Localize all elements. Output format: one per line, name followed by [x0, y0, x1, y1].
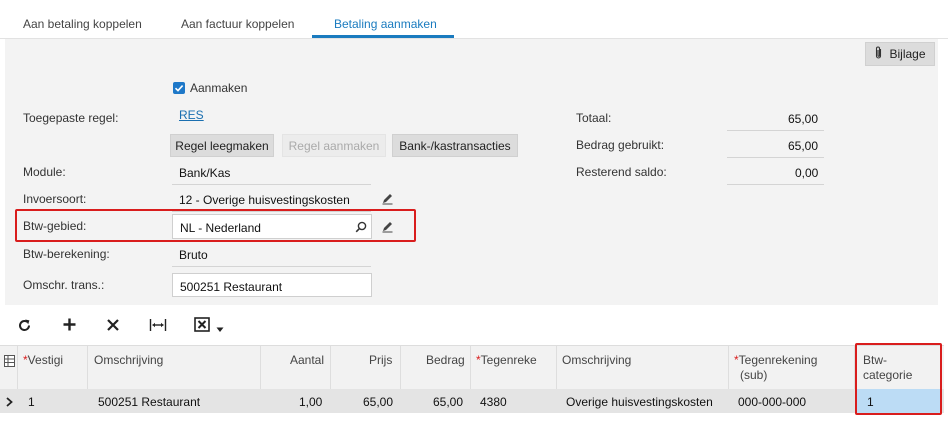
checkmark-icon: [174, 85, 184, 92]
cell-offset-sub[interactable]: 000-000-000: [738, 395, 806, 409]
header-amount[interactable]: Bedrag: [426, 353, 465, 367]
amount-used-underline: [727, 157, 824, 158]
refresh-icon[interactable]: [17, 318, 32, 336]
vat-zone-highlight: [15, 209, 416, 242]
create-rule-button[interactable]: Regel aanmaken: [282, 134, 386, 157]
cell-price[interactable]: 65,00: [363, 395, 393, 409]
vat-calc-label: Btw-berekening:: [23, 247, 110, 261]
total-label: Totaal:: [576, 111, 612, 125]
delete-icon[interactable]: [106, 318, 120, 335]
header-branch[interactable]: *Vestigi: [23, 353, 63, 367]
vat-category-highlight: [855, 343, 942, 415]
chevron-down-icon[interactable]: [216, 322, 224, 336]
fit-columns-icon[interactable]: [149, 318, 167, 335]
attachment-label: Bijlage: [889, 47, 926, 61]
applied-rule-label: Toegepaste regel:: [23, 111, 119, 125]
vat-calc-underline: [172, 266, 371, 267]
active-tab-indicator: [312, 35, 454, 38]
total-value: 65,00: [788, 112, 819, 126]
trans-desc-input[interactable]: 500251 Restaurant: [172, 273, 372, 297]
header-quantity[interactable]: Aantal: [290, 353, 324, 367]
tab-link-to-invoice[interactable]: Aan factuur koppelen: [181, 17, 294, 31]
tab-link-to-payment[interactable]: Aan betaling koppelen: [23, 17, 142, 31]
header-offset-sub[interactable]: *Tegenrekening (sub): [734, 353, 817, 383]
cell-description[interactable]: 500251 Restaurant: [98, 395, 200, 409]
add-icon[interactable]: [62, 317, 77, 335]
create-checkbox-label: Aanmaken: [190, 81, 248, 95]
trans-desc-label: Omschr. trans.:: [23, 278, 105, 292]
cell-quantity[interactable]: 1,00: [299, 395, 322, 409]
excel-export-icon[interactable]: [194, 317, 210, 335]
row-indicator-icon: [6, 396, 13, 410]
entry-type-label: Invoersoort:: [23, 192, 87, 206]
grid-settings-column: [0, 346, 18, 389]
vat-calc-value: Bruto: [179, 248, 208, 262]
amount-used-label: Bedrag gebruikt:: [576, 138, 665, 152]
paperclip-icon: [874, 46, 883, 63]
applied-rule-link[interactable]: RES: [179, 108, 204, 122]
attachment-button[interactable]: Bijlage: [865, 42, 935, 66]
total-underline: [727, 130, 824, 131]
bank-transactions-button[interactable]: Bank-/kastransacties: [392, 134, 518, 157]
clear-rule-button[interactable]: Regel leegmaken: [170, 134, 274, 157]
header-offset-account[interactable]: *Tegenreke: [476, 353, 537, 367]
trans-desc-value: 500251 Restaurant: [180, 280, 283, 294]
module-underline: [172, 184, 371, 185]
tab-create-payment[interactable]: Betaling aanmaken: [334, 17, 437, 31]
remaining-balance-underline: [727, 184, 824, 185]
module-label: Module:: [23, 165, 66, 179]
entry-type-value[interactable]: 12 - Overige huisvestingskosten: [179, 193, 350, 207]
tab-bar: Aan betaling koppelen Aan factuur koppel…: [0, 0, 948, 39]
module-value: Bank/Kas: [179, 166, 231, 180]
remaining-balance-label: Resterend saldo:: [576, 165, 667, 179]
header-description[interactable]: Omschrijving: [94, 353, 163, 367]
cell-branch[interactable]: 1: [28, 395, 35, 409]
create-checkbox[interactable]: [173, 82, 185, 94]
header-description-2[interactable]: Omschrijving: [562, 353, 631, 367]
edit-pencil-icon[interactable]: [381, 192, 394, 208]
cell-offset-account[interactable]: 4380: [480, 395, 507, 409]
cell-description-2[interactable]: Overige huisvestingskosten: [566, 395, 713, 409]
remaining-balance-value: 0,00: [795, 166, 819, 180]
column-settings-icon[interactable]: [4, 355, 15, 370]
cell-amount[interactable]: 65,00: [433, 395, 463, 409]
amount-used-value: 65,00: [788, 139, 819, 153]
header-price[interactable]: Prijs: [369, 353, 392, 367]
